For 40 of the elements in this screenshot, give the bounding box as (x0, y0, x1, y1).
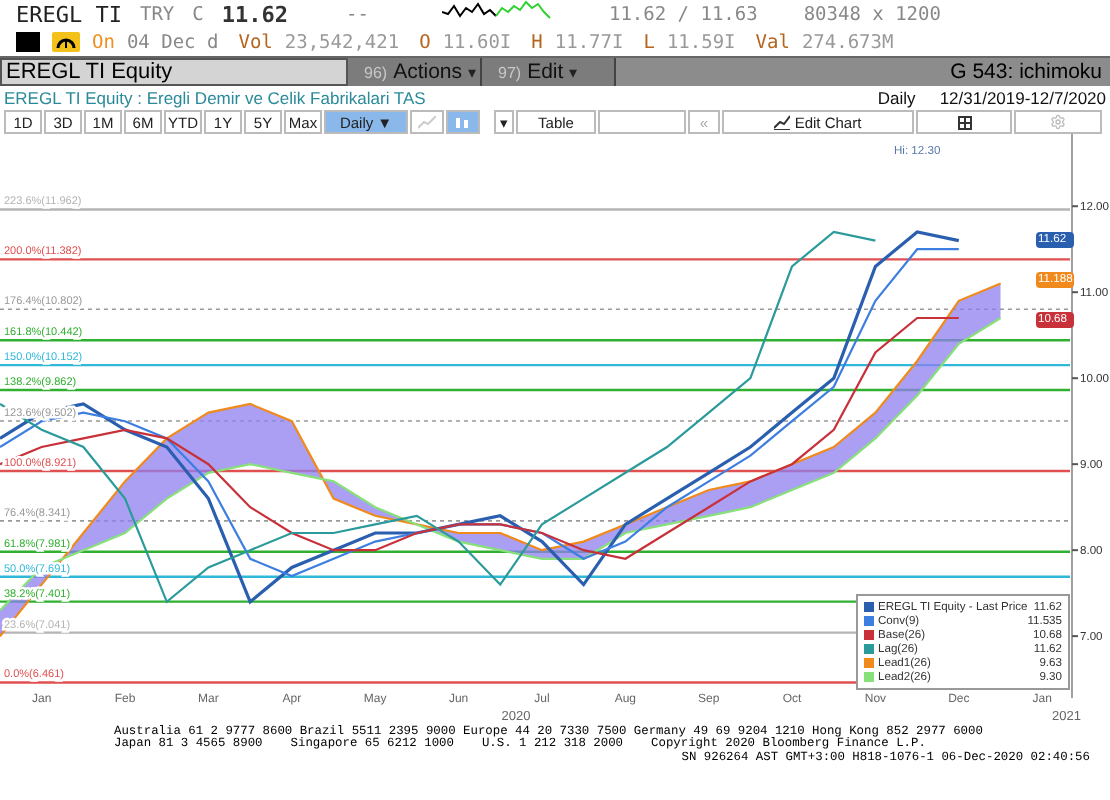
settings-icon (1050, 114, 1066, 130)
trade-date: 04 Dec d (126, 31, 219, 53)
menu-button[interactable]: 97) Edit ▾ (482, 58, 616, 86)
line-series (0, 282, 1002, 638)
chart-pencil-icon (774, 114, 791, 130)
price-type: C (192, 3, 204, 25)
candlestick-icon (454, 115, 472, 129)
line-series (0, 316, 1002, 612)
date-range: 12/31/2019-12/7/2020 (939, 88, 1108, 108)
currency: TRY (139, 3, 175, 25)
stat-value: 11.77I (554, 31, 624, 53)
menu-button[interactable]: 96) Actions ▾ (348, 58, 482, 86)
stat-label: O (419, 31, 431, 53)
security-field[interactable]: EREGL TI Equity (0, 58, 348, 86)
gauge-icon (52, 32, 80, 52)
chart-type-button[interactable] (410, 110, 444, 134)
last-price: 11.62 (221, 1, 289, 27)
security-description: EREGL TI Equity : Eregli Demir ve Celik Fabrikalari TAS (4, 88, 426, 108)
stat-value: 274.673M (801, 31, 894, 53)
function-title: G 543: ichimoku (950, 58, 1104, 86)
line-chart-icon (418, 115, 436, 129)
frequency-label: Daily (877, 88, 916, 108)
grid-button[interactable] (916, 110, 1012, 134)
stat-label: H (531, 31, 543, 53)
stat-value: 11.59I (666, 31, 736, 53)
stat-label: L (643, 31, 655, 53)
bid-ask-size: 80348 x 1200 (803, 3, 941, 25)
price-sparkline (442, 0, 555, 22)
chart-type-button[interactable] (446, 110, 480, 134)
stat-label: Val (755, 31, 790, 53)
stat-value: 23,542,421 (284, 31, 400, 53)
ticker: EREGL TI (16, 1, 122, 27)
bid-ask: 11.62 / 11.63 (608, 3, 758, 25)
price-change: -- (346, 3, 369, 25)
stat-value: 11.60I (442, 31, 512, 53)
market-status: On (92, 31, 115, 53)
toolbar-field[interactable] (598, 110, 686, 134)
grid-icon (957, 115, 971, 129)
stat-label: Vol (238, 31, 273, 53)
square-icon (16, 32, 40, 52)
